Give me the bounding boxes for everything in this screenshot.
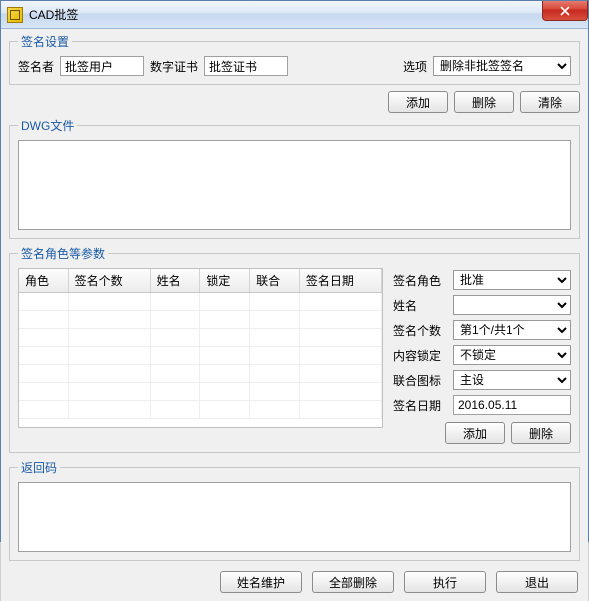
- exit-button[interactable]: 退出: [496, 571, 578, 593]
- label-signer: 签名者: [18, 58, 54, 75]
- delete-all-button[interactable]: 全部删除: [312, 571, 394, 593]
- name-maint-button[interactable]: 姓名维护: [220, 571, 302, 593]
- select-lock[interactable]: 不锁定: [453, 345, 571, 365]
- close-button[interactable]: [542, 1, 588, 21]
- input-cert[interactable]: [204, 56, 288, 76]
- label-date: 签名日期: [393, 397, 447, 414]
- legend-dwg: DWG文件: [18, 117, 77, 134]
- app-window: CAD批签 签名设置 签名者 数字证书 选项 删除非批签签名 添加 删除 清除: [0, 0, 589, 542]
- select-role[interactable]: 批准: [453, 270, 571, 290]
- window-title: CAD批签: [29, 6, 78, 23]
- select-count[interactable]: 第1个/共1个: [453, 320, 571, 340]
- table-row[interactable]: [19, 347, 382, 365]
- group-returncode: 返回码: [9, 459, 580, 561]
- app-icon: [7, 7, 23, 23]
- titlebar[interactable]: CAD批签: [1, 1, 588, 29]
- group-params: 签名角色等参数 角色 签名个数 姓名 锁定 联合 签名日期: [9, 245, 580, 453]
- col-count[interactable]: 签名个数: [68, 269, 150, 293]
- params-header-row: 角色 签名个数 姓名 锁定 联合 签名日期: [19, 269, 382, 293]
- select-name[interactable]: [453, 295, 571, 315]
- col-date[interactable]: 签名日期: [299, 269, 381, 293]
- label-role: 签名角色: [393, 272, 447, 289]
- input-date[interactable]: [453, 395, 571, 415]
- label-option: 选项: [403, 58, 427, 75]
- label-name: 姓名: [393, 297, 447, 314]
- client-area: 签名设置 签名者 数字证书 选项 删除非批签签名 添加 删除 清除 DWG文件: [1, 29, 588, 601]
- label-cert: 数字证书: [150, 58, 198, 75]
- input-signer[interactable]: [60, 56, 144, 76]
- col-name[interactable]: 姓名: [150, 269, 200, 293]
- group-sign-settings: 签名设置 签名者 数字证书 选项 删除非批签签名: [9, 33, 580, 85]
- dwg-listbox[interactable]: [18, 140, 571, 230]
- table-row[interactable]: [19, 311, 382, 329]
- side-delete-button[interactable]: 删除: [511, 422, 571, 444]
- params-table[interactable]: 角色 签名个数 姓名 锁定 联合 签名日期: [18, 268, 383, 428]
- dwg-clear-button[interactable]: 清除: [520, 91, 580, 113]
- col-union[interactable]: 联合: [250, 269, 300, 293]
- dwg-add-button[interactable]: 添加: [388, 91, 448, 113]
- group-dwg: DWG文件: [9, 117, 580, 239]
- dwg-delete-button[interactable]: 删除: [454, 91, 514, 113]
- bottom-toolbar: 姓名维护 全部删除 执行 退出: [9, 567, 580, 595]
- table-row[interactable]: [19, 329, 382, 347]
- execute-button[interactable]: 执行: [404, 571, 486, 593]
- col-lock[interactable]: 锁定: [200, 269, 250, 293]
- col-role[interactable]: 角色: [19, 269, 68, 293]
- label-lock: 内容锁定: [393, 347, 447, 364]
- table-row[interactable]: [19, 365, 382, 383]
- select-union[interactable]: 主设: [453, 370, 571, 390]
- label-union: 联合图标: [393, 372, 447, 389]
- params-side-panel: 签名角色 批准 姓名 签名个数 第1个/共1个 内容锁定 不锁定: [393, 268, 571, 444]
- table-row[interactable]: [19, 383, 382, 401]
- select-option[interactable]: 删除非批签签名: [433, 56, 571, 76]
- table-row[interactable]: [19, 293, 382, 311]
- legend-returncode: 返回码: [18, 459, 60, 476]
- legend-sign-settings: 签名设置: [18, 33, 72, 50]
- label-count: 签名个数: [393, 322, 447, 339]
- dwg-toolbar: 添加 删除 清除: [9, 91, 580, 113]
- close-icon: [560, 6, 570, 16]
- table-row[interactable]: [19, 401, 382, 419]
- side-add-button[interactable]: 添加: [445, 422, 505, 444]
- legend-params: 签名角色等参数: [18, 245, 108, 262]
